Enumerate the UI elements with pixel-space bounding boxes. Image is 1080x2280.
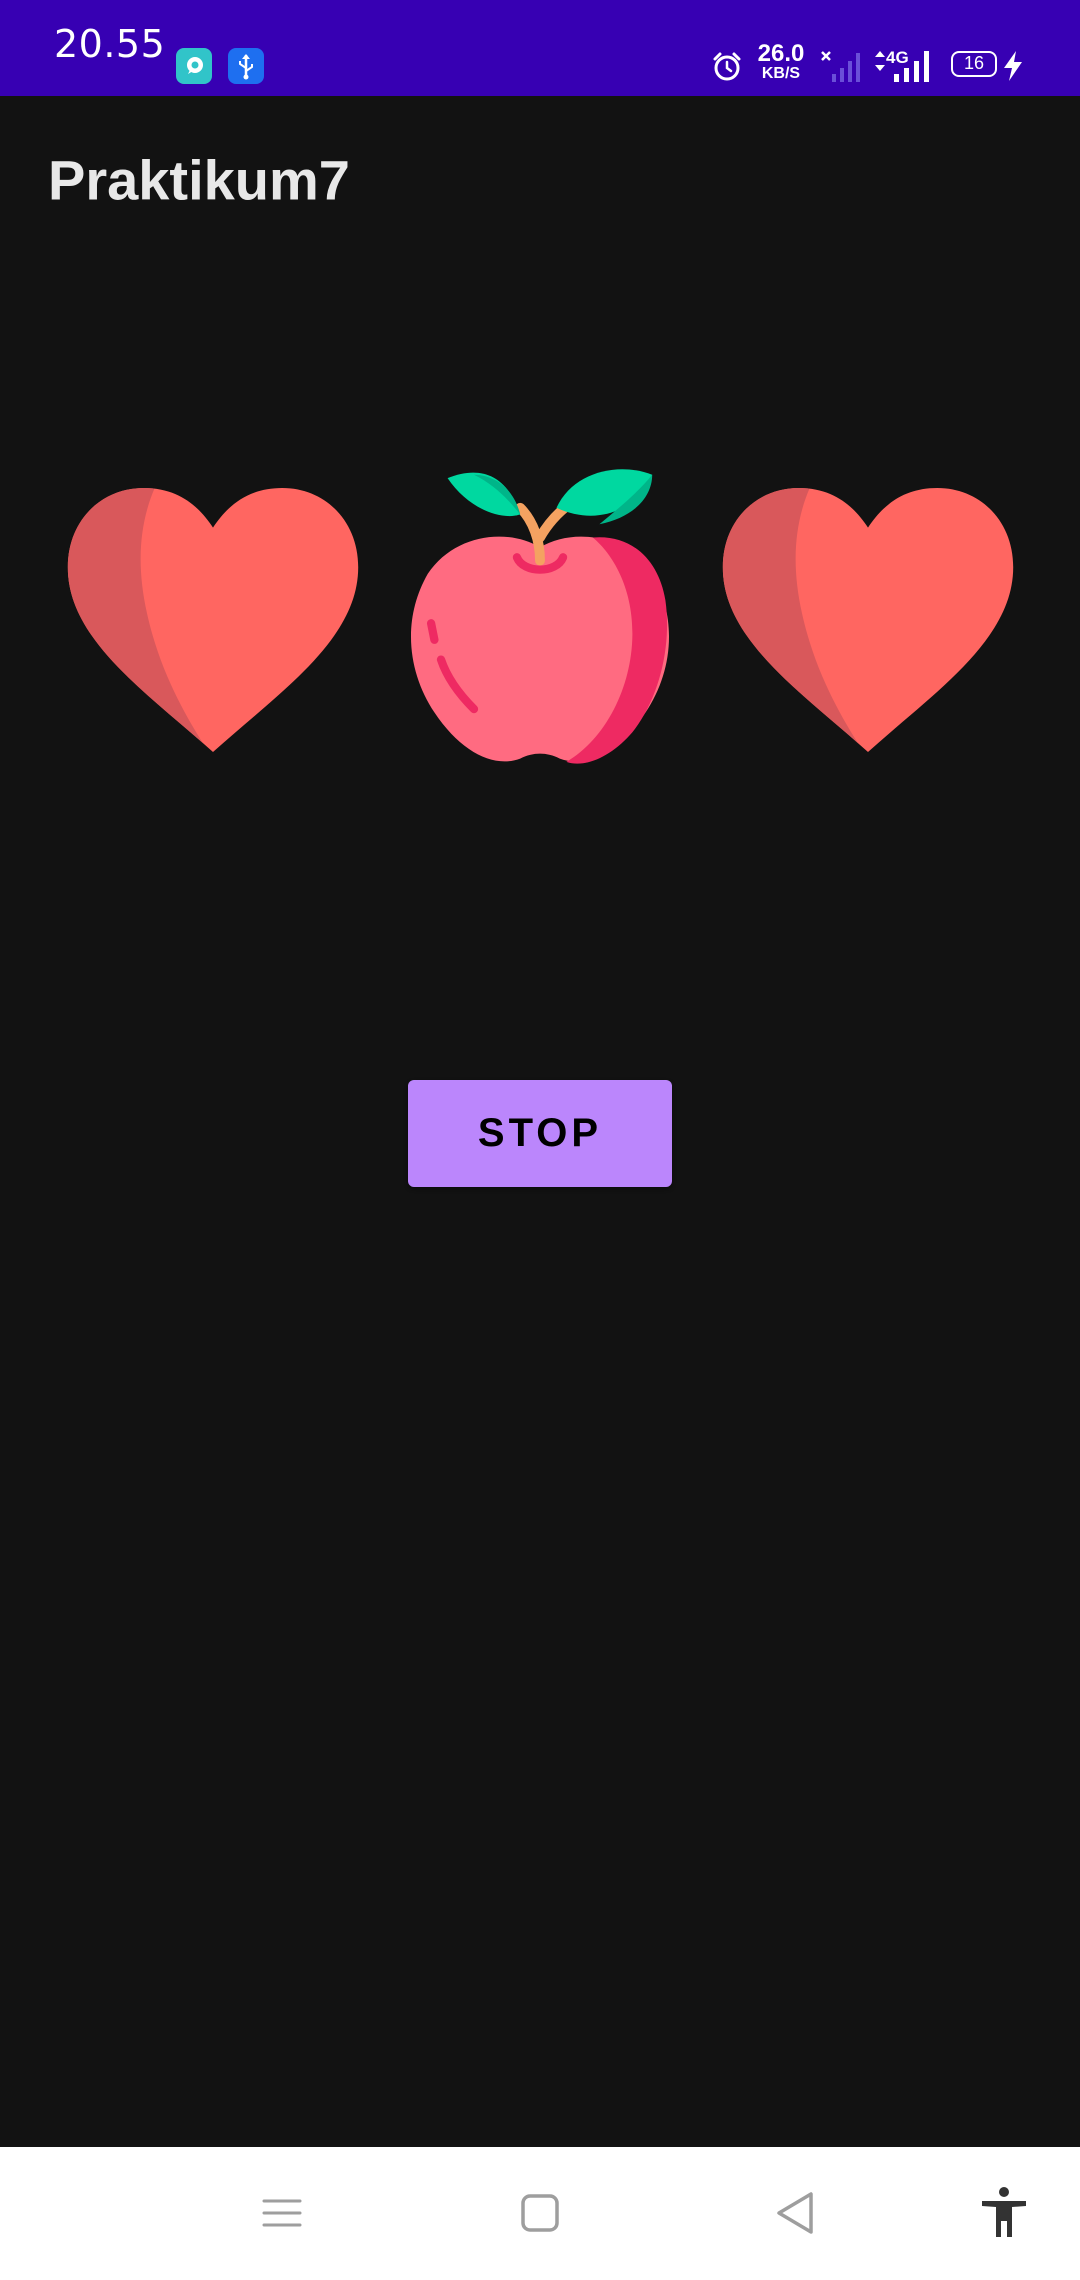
app-notification-icon [176,48,212,84]
slot-right [703,455,1033,785]
usb-icon [228,48,264,84]
app-title: Praktikum7 [48,148,350,212]
battery-icon: 16 [951,51,997,77]
navigation-bar [0,2147,1080,2280]
no-signal-icon [820,48,864,89]
home-icon[interactable] [510,2183,570,2243]
slot-left [48,455,378,785]
heart-icon [722,488,1014,752]
net-speed-value: 26.0 [757,40,805,67]
status-time: 20.55 [54,22,166,66]
data-arrows-icon [874,50,886,77]
accessibility-icon[interactable] [974,2183,1034,2243]
apple-icon [410,469,670,764]
slot-center [375,455,705,785]
charging-icon [1001,50,1025,87]
net-speed-unit: KB/S [761,65,801,82]
alarm-icon [710,50,744,89]
stop-button[interactable]: STOP [408,1080,672,1187]
recents-icon[interactable] [252,2183,312,2243]
signal-icon [892,48,936,89]
heart-icon [67,488,359,752]
app-bar: Praktikum7 [0,96,1080,266]
back-icon[interactable] [766,2183,826,2243]
status-bar: 20.55 26.0 KB/S 4G 16 [0,0,1080,96]
screen: 20.55 26.0 KB/S 4G 16 Praktikum7 STOP [0,0,1080,2280]
